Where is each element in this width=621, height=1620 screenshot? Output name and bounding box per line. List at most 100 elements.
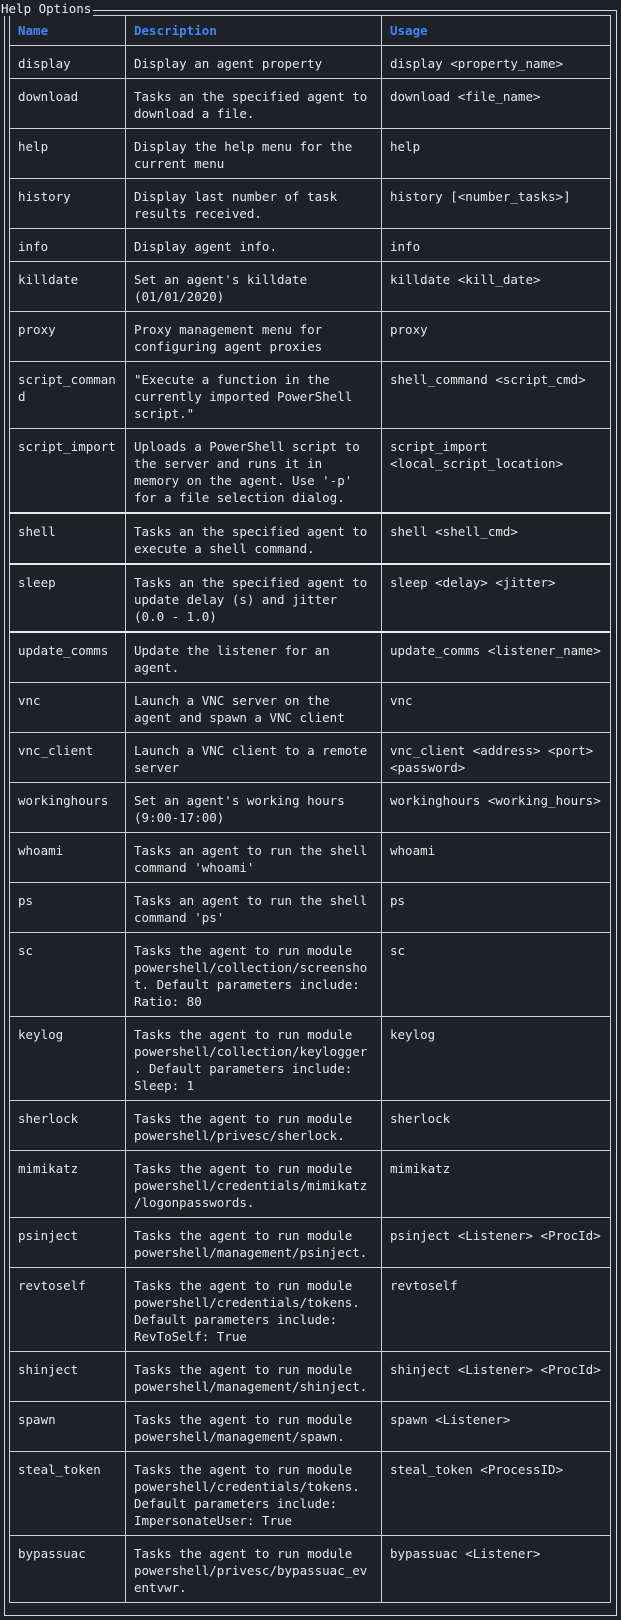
command-usage-cell: shell <shell_cmd>	[381, 512, 611, 565]
table-row: proxy Proxy management menu for configuri…	[9, 311, 611, 362]
command-name-cell: script_import	[9, 428, 126, 514]
command-name-cell: workinghours	[9, 782, 126, 833]
command-description-cell: Launch a VNC client to a remote server	[125, 732, 382, 783]
table-row: ps Tasks an agent to run the shell comman…	[9, 882, 611, 933]
command-description-cell: Update the listener for an agent.	[125, 631, 382, 683]
command-description-cell: Tasks an the specified agent to download…	[125, 78, 382, 129]
command-name-cell: history	[9, 178, 126, 229]
command-description-cell: Proxy management menu for configuring ag…	[125, 311, 382, 362]
table-row: sc Tasks the agent to run module powershe…	[9, 932, 611, 1017]
table-row: workinghours Set an agent's working hours…	[9, 782, 611, 833]
command-description-cell: Tasks the agent to run module powershell…	[125, 1535, 382, 1603]
command-description-cell: Tasks the agent to run module powershell…	[125, 1401, 382, 1452]
command-name-cell: download	[9, 78, 126, 129]
table-row: display Display an agent property display …	[9, 45, 611, 79]
command-name-cell: mimikatz	[9, 1150, 126, 1218]
command-usage-cell: vnc	[381, 682, 611, 733]
table-row: download Tasks an the specified agent to …	[9, 78, 611, 129]
column-header-usage: Usage	[381, 15, 611, 46]
table-row: vnc_client Launch a VNC client to a remot…	[9, 732, 611, 783]
command-usage-cell: shinject <Listener> <ProcId>	[381, 1351, 611, 1402]
command-name-cell: spawn	[9, 1401, 126, 1452]
command-description-cell: Tasks the agent to run module powershell…	[125, 1351, 382, 1402]
command-description-cell: Display agent info.	[125, 228, 382, 262]
table-row: mimikatz Tasks the agent to run module po…	[9, 1150, 611, 1218]
command-name-cell: bypassuac	[9, 1535, 126, 1603]
command-name-cell: help	[9, 128, 126, 179]
table-row: update_comms Update the listener for an a…	[9, 631, 611, 683]
command-name-cell: revtoself	[9, 1267, 126, 1352]
command-name-cell: sleep	[9, 563, 126, 633]
command-name-cell: killdate	[9, 261, 126, 312]
command-usage-cell: revtoself	[381, 1267, 611, 1352]
table-row: killdate Set an agent's killdate (01/01/2…	[9, 261, 611, 312]
command-name-cell: info	[9, 228, 126, 262]
command-usage-cell: ps	[381, 882, 611, 933]
command-usage-cell: shell_command <script_cmd>	[381, 361, 611, 429]
command-usage-cell: proxy	[381, 311, 611, 362]
command-usage-cell: info	[381, 228, 611, 262]
table-row: spawn Tasks the agent to run module power…	[9, 1401, 611, 1452]
command-description-cell: Tasks an agent to run the shell command …	[125, 882, 382, 933]
command-usage-cell: whoami	[381, 832, 611, 883]
command-usage-cell: download <file_name>	[381, 78, 611, 129]
command-usage-cell: sc	[381, 932, 611, 1017]
command-name-cell: display	[9, 45, 126, 79]
command-usage-cell: spawn <Listener>	[381, 1401, 611, 1452]
command-name-cell: psinject	[9, 1217, 126, 1268]
table-row: keylog Tasks the agent to run module powe…	[9, 1016, 611, 1101]
command-description-cell: Tasks an the specified agent to execute …	[125, 512, 382, 565]
table-row: info Display agent info. info	[9, 228, 611, 262]
table-header-row: Name Description Usage	[9, 15, 611, 46]
table-row: shell Tasks an the specified agent to exe…	[9, 512, 611, 565]
command-usage-cell: script_import <local_script_location>	[381, 428, 611, 514]
command-description-cell: Set an agent's killdate (01/01/2020)	[125, 261, 382, 312]
command-usage-cell: vnc_client <address> <port> <password>	[381, 732, 611, 783]
command-description-cell: Tasks the agent to run module powershell…	[125, 1150, 382, 1218]
command-description-cell: Tasks the agent to run module powershell…	[125, 1016, 382, 1101]
command-description-cell: "Execute a function in the currently imp…	[125, 361, 382, 429]
command-usage-cell: killdate <kill_date>	[381, 261, 611, 312]
command-name-cell: proxy	[9, 311, 126, 362]
command-description-cell: Display the help menu for the current me…	[125, 128, 382, 179]
command-description-cell: Tasks an the specified agent to update d…	[125, 563, 382, 633]
command-usage-cell: help	[381, 128, 611, 179]
command-description-cell: Tasks the agent to run module powershell…	[125, 1217, 382, 1268]
command-name-cell: keylog	[9, 1016, 126, 1101]
column-header-name: Name	[9, 15, 126, 46]
command-name-cell: sherlock	[9, 1100, 126, 1151]
command-description-cell: Display last number of task results rece…	[125, 178, 382, 229]
command-usage-cell: display <property_name>	[381, 45, 611, 79]
command-usage-cell: mimikatz	[381, 1150, 611, 1218]
command-usage-cell: keylog	[381, 1016, 611, 1101]
command-name-cell: update_comms	[9, 631, 126, 683]
table-row: history Display last number of task resul…	[9, 178, 611, 229]
command-usage-cell: sherlock	[381, 1100, 611, 1151]
table-row: sleep Tasks an the specified agent to upd…	[9, 563, 611, 633]
command-usage-cell: history [<number_tasks>]	[381, 178, 611, 229]
command-usage-cell: sleep <delay> <jitter>	[381, 563, 611, 633]
panel-title: Help Options	[0, 1, 94, 16]
command-name-cell: sc	[9, 932, 126, 1017]
command-name-cell: vnc	[9, 682, 126, 733]
table-row: script_command "Execute a function in the…	[9, 361, 611, 429]
command-usage-cell: workinghours <working_hours>	[381, 782, 611, 833]
command-usage-cell: steal_token <ProcessID>	[381, 1451, 611, 1536]
command-usage-cell: update_comms <listener_name>	[381, 631, 611, 683]
table-row: vnc Launch a VNC server on the agent and …	[9, 682, 611, 733]
command-description-cell: Tasks an agent to run the shell command …	[125, 832, 382, 883]
command-description-cell: Uploads a PowerShell script to the serve…	[125, 428, 382, 514]
command-name-cell: vnc_client	[9, 732, 126, 783]
table-row: sherlock Tasks the agent to run module po…	[9, 1100, 611, 1151]
command-name-cell: ps	[9, 882, 126, 933]
command-name-cell: script_command	[9, 361, 126, 429]
column-header-description: Description	[125, 15, 382, 46]
command-name-cell: steal_token	[9, 1451, 126, 1536]
table-row: shinject Tasks the agent to run module po…	[9, 1351, 611, 1402]
table-row: bypassuac Tasks the agent to run module p…	[9, 1535, 611, 1603]
command-description-cell: Tasks the agent to run module powershell…	[125, 1100, 382, 1151]
command-name-cell: whoami	[9, 832, 126, 883]
command-description-cell: Set an agent's working hours (9:00-17:00…	[125, 782, 382, 833]
table-row: script_import Uploads a PowerShell script…	[9, 428, 611, 514]
command-name-cell: shell	[9, 512, 126, 565]
